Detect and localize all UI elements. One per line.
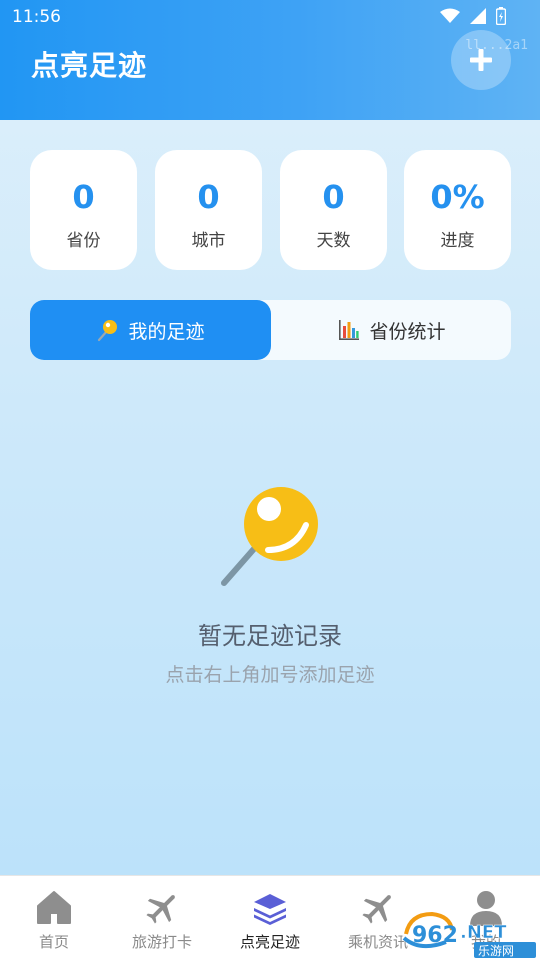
pushpin-icon: [98, 320, 118, 342]
stat-label: 天数: [316, 231, 351, 251]
stat-card-cities: 0 城市: [155, 150, 262, 270]
stat-value: 0: [322, 178, 345, 216]
stat-card-provinces: 0 省份: [30, 150, 137, 270]
bar-chart-icon: [339, 320, 360, 340]
status-bar: 11:56: [0, 0, 540, 34]
airplane-icon: [362, 895, 391, 924]
stat-label: 省份: [66, 231, 101, 251]
stat-value: 0%: [430, 178, 485, 216]
stat-card-progress: 0% 进度: [404, 150, 511, 270]
layers-icon: [254, 894, 286, 925]
nav-label: 首页: [38, 933, 69, 951]
nav-label: 旅游打卡: [131, 933, 192, 951]
stat-label: 城市: [191, 231, 226, 251]
tab-label: 省份统计: [369, 320, 446, 343]
tab-my-footprints[interactable]: 我的足迹: [30, 300, 271, 360]
stat-label: 进度: [440, 231, 475, 251]
tab-bar: 我的足迹 省份统计: [30, 300, 511, 360]
page-title: 点亮足迹: [31, 49, 148, 82]
nav-item-home[interactable]: 首页: [0, 876, 108, 960]
empty-state-title: 暂无足迹记录: [198, 622, 342, 650]
battery-icon: [496, 7, 506, 25]
wifi-icon: [440, 8, 460, 23]
plus-icon: [470, 49, 492, 71]
tab-label: 我的足迹: [128, 320, 205, 343]
nav-label: 乘机资讯: [347, 933, 408, 951]
add-footprint-button[interactable]: [451, 30, 511, 90]
tab-province-stats[interactable]: 省份统计: [271, 300, 512, 360]
empty-state-subtitle: 点击右上角加号添加足迹: [165, 664, 375, 686]
stats-row: 0 省份 0 城市 0 天数 0% 进度: [30, 150, 511, 270]
svg-text:.NET: .NET: [460, 922, 507, 943]
nav-label: 点亮足迹: [239, 933, 300, 951]
pushpin-icon: [221, 487, 318, 586]
status-icons: [440, 7, 506, 25]
nav-item-travel-checkin[interactable]: 旅游打卡: [108, 876, 216, 960]
stat-value: 0: [197, 178, 220, 216]
stat-value: 0: [72, 178, 95, 216]
stat-card-days: 0 天数: [280, 150, 387, 270]
svg-text:乐游网: 乐游网: [478, 944, 514, 958]
signal-icon: [470, 8, 486, 24]
watermark-logo: 962 .NET 乐游网: [402, 911, 536, 958]
app-header: 11:56 点亮足迹 ll...2a1: [0, 0, 540, 120]
home-icon: [37, 891, 71, 924]
airplane-icon: [146, 895, 175, 924]
status-time: 11:56: [12, 7, 61, 27]
svg-text:962: 962: [412, 923, 458, 948]
nav-item-footprints[interactable]: 点亮足迹: [216, 876, 324, 960]
